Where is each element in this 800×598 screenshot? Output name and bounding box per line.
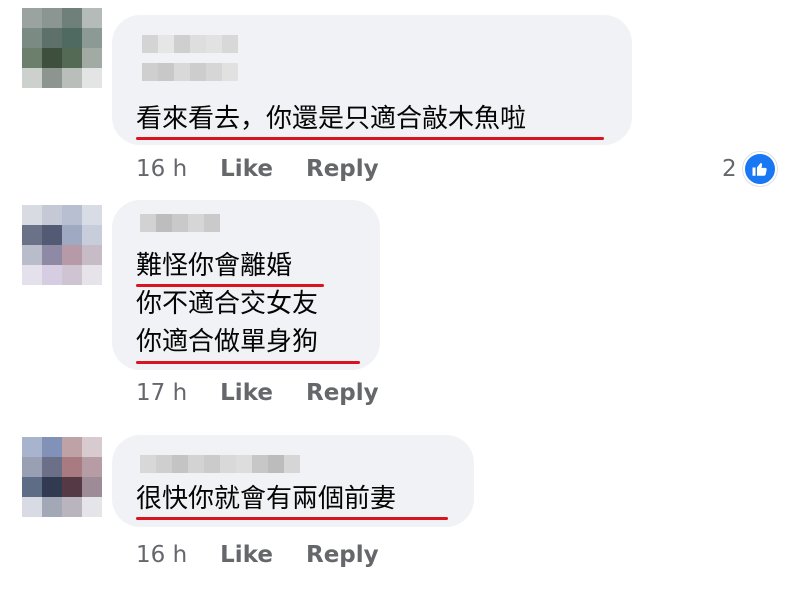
highlight-underline bbox=[136, 361, 360, 364]
author-name-blurred[interactable] bbox=[140, 214, 220, 232]
comment-bubble: 難怪你會離婚 你不適合交女友 你適合做單身狗 bbox=[112, 200, 380, 370]
like-button[interactable]: Like bbox=[220, 542, 273, 568]
comment-actions: 17 h Like Reply bbox=[136, 380, 379, 406]
avatar[interactable] bbox=[22, 205, 102, 285]
comment-text-line-3: 你適合做單身狗 bbox=[136, 327, 319, 357]
comment-actions: 16 h Like Reply bbox=[136, 156, 379, 182]
timestamp[interactable]: 17 h bbox=[136, 380, 187, 406]
highlight-underline bbox=[136, 137, 604, 140]
timestamp[interactable]: 16 h bbox=[136, 542, 187, 568]
timestamp[interactable]: 16 h bbox=[136, 156, 187, 182]
comment-bubble: 很快你就會有兩個前妻 bbox=[112, 435, 474, 527]
comment-actions: 16 h Like Reply bbox=[136, 542, 379, 568]
author-name-blurred-2[interactable] bbox=[142, 63, 238, 81]
like-button[interactable]: Like bbox=[220, 380, 273, 406]
comment-text-line-2: 你不適合交女友 bbox=[136, 289, 319, 319]
avatar[interactable] bbox=[22, 8, 102, 88]
reply-button[interactable]: Reply bbox=[306, 156, 379, 182]
reaction-summary[interactable]: 2 bbox=[722, 152, 777, 186]
like-button[interactable]: Like bbox=[220, 156, 273, 182]
highlight-underline bbox=[136, 284, 324, 287]
author-name-blurred[interactable] bbox=[140, 455, 300, 473]
reaction-count: 2 bbox=[722, 156, 737, 182]
comment-text: 看來看去，你還是只適合敲木魚啦 bbox=[136, 104, 527, 134]
comment-text: 很快你就會有兩個前妻 bbox=[136, 484, 397, 514]
thumbs-up-icon bbox=[742, 152, 777, 186]
comment-text-line-1: 難怪你會離婚 bbox=[136, 251, 293, 281]
comment-bubble: 看來看去，你還是只適合敲木魚啦 bbox=[112, 15, 632, 145]
avatar[interactable] bbox=[22, 437, 102, 517]
reply-button[interactable]: Reply bbox=[306, 542, 379, 568]
reply-button[interactable]: Reply bbox=[306, 380, 379, 406]
highlight-underline bbox=[136, 517, 448, 520]
author-name-blurred[interactable] bbox=[142, 35, 238, 53]
